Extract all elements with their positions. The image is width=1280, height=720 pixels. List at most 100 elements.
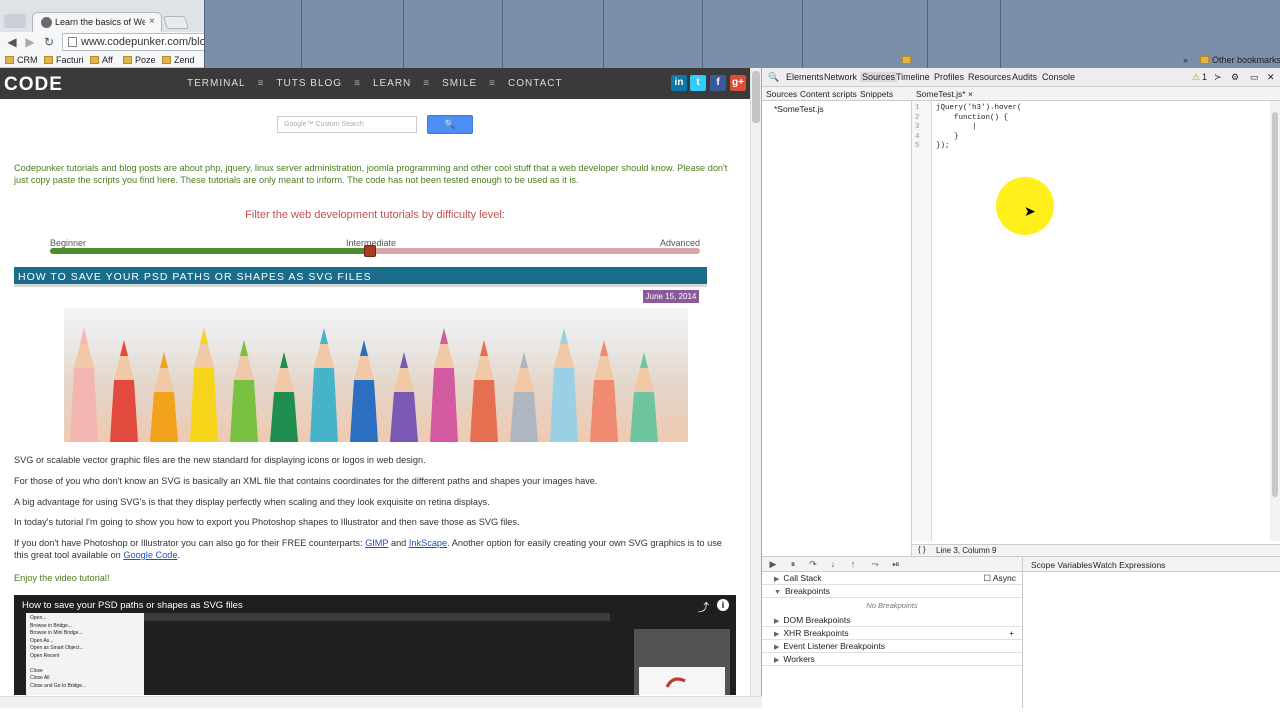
- post-title[interactable]: HOW TO SAVE YOUR PSD PATHS OR SHAPES AS …: [14, 267, 707, 287]
- difficulty-slider-handle[interactable]: [363, 245, 376, 257]
- nav-link-learn[interactable]: LEARN: [373, 78, 411, 89]
- bookmark-item[interactable]: Aff: [90, 53, 113, 67]
- google-code-link[interactable]: Google Code: [123, 550, 177, 560]
- nav-separator-icon: ≡: [489, 78, 496, 89]
- tab-console[interactable]: Console: [1042, 72, 1075, 82]
- nav-tab-snippets[interactable]: Snippets: [860, 89, 893, 99]
- info-icon[interactable]: i: [717, 599, 729, 611]
- pencil-shape: [390, 392, 418, 442]
- search-button[interactable]: 🔍: [427, 115, 473, 134]
- facebook-icon[interactable]: f: [710, 75, 726, 91]
- code-line[interactable]: }: [936, 133, 959, 141]
- bookmark-item[interactable]: Facturi: [44, 53, 84, 67]
- video-title[interactable]: How to save your PSD paths or shapes as …: [22, 600, 243, 611]
- forward-icon[interactable]: ▶: [22, 34, 38, 50]
- reload-icon[interactable]: ↻: [41, 34, 57, 50]
- video-menu-item: Open As...: [30, 637, 54, 644]
- call-stack-section[interactable]: ▶ Call Stack ☐ Async: [762, 572, 1022, 585]
- code-line[interactable]: function() {: [936, 114, 1008, 122]
- level-advanced[interactable]: Advanced: [660, 238, 700, 248]
- nav-separator-icon: ≡: [257, 78, 265, 89]
- step-over-icon[interactable]: ↷: [806, 559, 820, 571]
- pretty-print-icon[interactable]: { }: [918, 545, 926, 554]
- workers-section[interactable]: ▶ Workers: [762, 653, 1022, 666]
- file-tree-item[interactable]: *SomeTest.js: [774, 104, 824, 114]
- tab-watch-expressions[interactable]: Watch Expressions: [1093, 560, 1165, 570]
- breakpoints-section[interactable]: ▼ Breakpoints: [762, 585, 1022, 598]
- pause-icon[interactable]: ⏸: [786, 559, 800, 571]
- tab-close-icon[interactable]: ×: [149, 16, 155, 27]
- nav-link-tuts-blog[interactable]: TUTS BLOG: [276, 78, 342, 89]
- step-into-icon[interactable]: ↓: [826, 559, 840, 571]
- tab-network[interactable]: Network: [824, 72, 857, 82]
- bookmark-item[interactable]: Other bookmarks: [1200, 53, 1280, 67]
- tab-resources[interactable]: Resources: [968, 72, 1011, 82]
- warning-count[interactable]: 1: [1202, 72, 1207, 82]
- devtools-close-icon[interactable]: ✕: [1267, 72, 1275, 83]
- page-scrollbar-thumb[interactable]: [752, 71, 760, 123]
- linkedin-icon[interactable]: in: [671, 75, 687, 91]
- video-player[interactable]: How to save your PSD paths or shapes as …: [14, 595, 736, 695]
- search-input[interactable]: Google™ Custom Search: [277, 116, 417, 133]
- gimp-link[interactable]: GIMP: [365, 538, 388, 548]
- page-icon: [68, 37, 77, 47]
- site-header: CODE TERMINAL ≡ TUTS BLOG ≡ LEARN ≡ SMILE ≡ CONT…: [0, 68, 750, 99]
- url-text[interactable]: www.codepunker.com/blog: [81, 36, 212, 48]
- bookmark-item[interactable]: Poze: [123, 53, 156, 67]
- settings-gear-icon[interactable]: ⚙: [1231, 72, 1239, 83]
- app-menu-icon[interactable]: [4, 14, 26, 28]
- browser-tab[interactable]: Learn the basics of Web D ×: [32, 12, 162, 32]
- page-scrollbar[interactable]: [750, 68, 761, 708]
- bookmark-item[interactable]: »: [1183, 53, 1188, 67]
- tab-elements[interactable]: Elements: [786, 72, 824, 82]
- tab-scope-variables[interactable]: Scope Variables: [1031, 560, 1092, 570]
- xhr-breakpoints-section[interactable]: ▶ XHR Breakpoints +: [762, 627, 1022, 640]
- nav-link-smile[interactable]: SMILE: [442, 78, 477, 89]
- tab-sources[interactable]: Sources: [860, 72, 898, 82]
- pencil-lead-shape: [440, 328, 448, 344]
- editor-scrollbar-thumb[interactable]: [1272, 112, 1278, 497]
- back-icon[interactable]: ◀: [4, 34, 20, 50]
- event-listener-breakpoints-section[interactable]: ▶ Event Listener Breakpoints: [762, 640, 1022, 653]
- tab-audits[interactable]: Audits: [1012, 72, 1037, 82]
- code-line[interactable]: |: [936, 123, 977, 131]
- devtools-search-icon[interactable]: 🔍: [768, 72, 779, 83]
- bookmark-item[interactable]: CRM: [5, 53, 38, 67]
- console-drawer-icon[interactable]: ≻: [1214, 72, 1222, 83]
- editor-tab-close-icon[interactable]: ×: [968, 89, 973, 99]
- step-out-icon[interactable]: ↑: [846, 559, 860, 571]
- tab-profiles[interactable]: Profiles: [934, 72, 964, 82]
- nav-link-terminal[interactable]: TERMINAL: [187, 78, 246, 89]
- devtools-toolbar: 🔍 Elements Network Sources Timeline Profiles…: [762, 68, 1280, 87]
- level-beginner[interactable]: Beginner: [50, 238, 86, 248]
- bookmark-item[interactable]: Zend: [162, 53, 195, 67]
- new-tab-button[interactable]: [162, 16, 190, 29]
- video-frame-menu: Open... Browse in Bridge... Browse in Mini…: [26, 613, 144, 695]
- pause-on-exceptions-icon[interactable]: ⏯: [889, 559, 903, 571]
- bookmark-item[interactable]: [902, 53, 914, 67]
- add-xhr-breakpoint-icon[interactable]: +: [1009, 627, 1014, 640]
- code-line[interactable]: jQuery('h3').hover(: [936, 104, 1022, 112]
- google-plus-icon[interactable]: g+: [730, 75, 746, 91]
- resume-icon[interactable]: ▶: [766, 559, 780, 571]
- twitter-icon[interactable]: t: [690, 75, 706, 91]
- video-menu-item: Close: [30, 667, 43, 674]
- deactivate-breakpoints-icon[interactable]: ⤳: [868, 559, 882, 571]
- warning-icon[interactable]: ⚠: [1192, 72, 1200, 83]
- inkscape-link[interactable]: InkScape: [409, 538, 447, 548]
- dom-breakpoints-section[interactable]: ▶ DOM Breakpoints: [762, 614, 1022, 627]
- horizontal-scrollbar[interactable]: [0, 696, 762, 708]
- site-logo[interactable]: CODE: [4, 74, 63, 96]
- nav-tab-content-scripts[interactable]: Content scripts: [800, 89, 857, 99]
- share-icon[interactable]: ⤴: [698, 599, 709, 615]
- nav-link-contact[interactable]: CONTACT: [508, 78, 563, 89]
- nav-tab-sources[interactable]: Sources: [766, 89, 797, 99]
- async-checkbox[interactable]: ☐ Async: [983, 572, 1016, 585]
- video-menu-item: Browse in Bridge...: [30, 622, 72, 629]
- workers-label: Workers: [783, 654, 815, 664]
- pencil-lead-shape: [640, 352, 648, 368]
- code-line[interactable]: });: [936, 142, 950, 150]
- tab-timeline[interactable]: Timeline: [896, 72, 930, 82]
- dock-icon[interactable]: ▭: [1250, 72, 1259, 83]
- editor-tab-somtest[interactable]: SomeTest.js* ×: [916, 89, 973, 99]
